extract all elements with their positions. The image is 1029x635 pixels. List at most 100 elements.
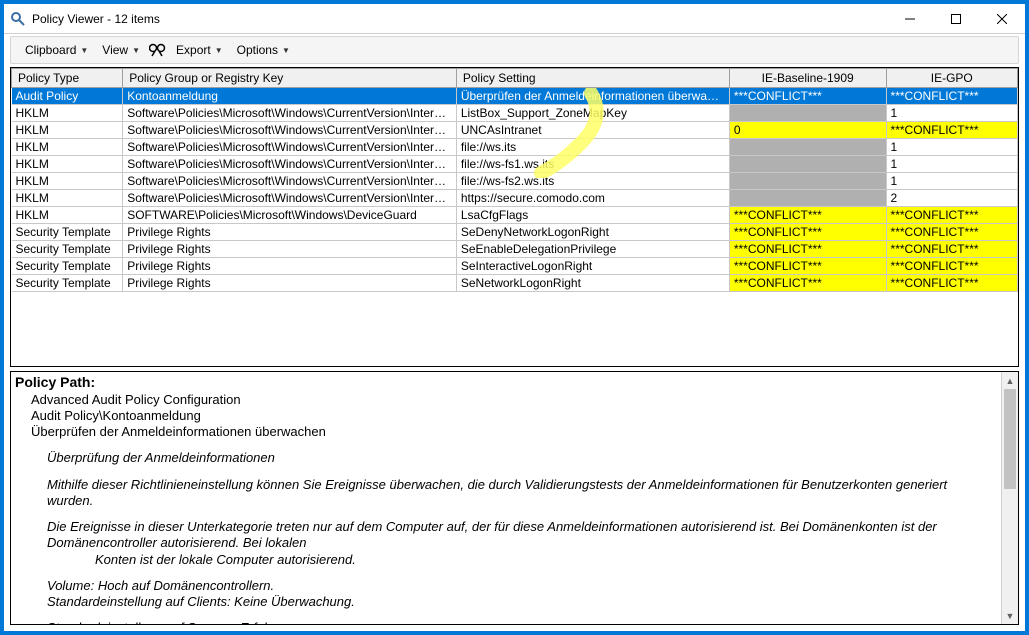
window-controls bbox=[887, 4, 1025, 33]
scroll-thumb[interactable] bbox=[1004, 389, 1016, 489]
policy-grid[interactable]: Policy Type Policy Group or Registry Key… bbox=[10, 67, 1019, 367]
cell-gpo: ***CONFLICT*** bbox=[886, 207, 1017, 224]
cell-baseline bbox=[729, 139, 886, 156]
table-row[interactable]: Security TemplatePrivilege RightsSeDenyN… bbox=[12, 224, 1018, 241]
detail-line: Überprüfen der Anmeldeinformationen über… bbox=[31, 424, 997, 440]
cell-type: HKLM bbox=[12, 190, 123, 207]
detail-header: Policy Path: bbox=[15, 374, 997, 392]
cell-group: Software\Policies\Microsoft\Windows\Curr… bbox=[123, 190, 457, 207]
options-label: Options bbox=[237, 43, 278, 57]
cell-baseline: ***CONFLICT*** bbox=[729, 224, 886, 241]
detail-para: Volume: Hoch auf Domänencontrollern. bbox=[47, 578, 997, 594]
cell-group: Software\Policies\Microsoft\Windows\Curr… bbox=[123, 139, 457, 156]
cell-setting: LsaCfgFlags bbox=[456, 207, 729, 224]
cell-group: Software\Policies\Microsoft\Windows\Curr… bbox=[123, 156, 457, 173]
cell-type: Security Template bbox=[12, 275, 123, 292]
table-row[interactable]: HKLMSoftware\Policies\Microsoft\Windows\… bbox=[12, 173, 1018, 190]
cell-baseline: ***CONFLICT*** bbox=[729, 88, 886, 105]
cell-type: Audit Policy bbox=[12, 88, 123, 105]
col-header-baseline[interactable]: IE-Baseline-1909 bbox=[729, 69, 886, 88]
cell-type: HKLM bbox=[12, 156, 123, 173]
titlebar: Policy Viewer - 12 items bbox=[4, 4, 1025, 34]
cell-gpo: ***CONFLICT*** bbox=[886, 88, 1017, 105]
maximize-button[interactable] bbox=[933, 4, 979, 33]
cell-type: Security Template bbox=[12, 258, 123, 275]
cell-gpo: ***CONFLICT*** bbox=[886, 275, 1017, 292]
table-row[interactable]: HKLMSoftware\Policies\Microsoft\Windows\… bbox=[12, 105, 1018, 122]
view-label: View bbox=[102, 43, 128, 57]
detail-para: Konten ist der lokale Computer autorisie… bbox=[95, 552, 997, 568]
cell-group: Software\Policies\Microsoft\Windows\Curr… bbox=[123, 122, 457, 139]
cell-setting: file://ws-fs2.ws.its bbox=[456, 173, 729, 190]
table-row[interactable]: HKLMSoftware\Policies\Microsoft\Windows\… bbox=[12, 122, 1018, 139]
cell-gpo: 1 bbox=[886, 105, 1017, 122]
detail-line: Advanced Audit Policy Configuration bbox=[31, 392, 997, 408]
cell-baseline: 0 bbox=[729, 122, 886, 139]
detail-panel: Policy Path: Advanced Audit Policy Confi… bbox=[10, 371, 1019, 625]
cell-gpo: 2 bbox=[886, 190, 1017, 207]
detail-scrollbar[interactable]: ▲ ▼ bbox=[1001, 372, 1018, 624]
cell-group: Privilege Rights bbox=[123, 224, 457, 241]
scroll-down-icon[interactable]: ▼ bbox=[1002, 607, 1018, 624]
chevron-down-icon: ▼ bbox=[132, 46, 140, 55]
col-header-setting[interactable]: Policy Setting bbox=[456, 69, 729, 88]
cell-type: HKLM bbox=[12, 173, 123, 190]
cell-gpo: ***CONFLICT*** bbox=[886, 258, 1017, 275]
export-menu[interactable]: Export ▼ bbox=[170, 41, 229, 59]
cell-group: Software\Policies\Microsoft\Windows\Curr… bbox=[123, 173, 457, 190]
table-row[interactable]: Security TemplatePrivilege RightsSeNetwo… bbox=[12, 275, 1018, 292]
content-area: Policy Type Policy Group or Registry Key… bbox=[4, 64, 1025, 631]
find-button[interactable] bbox=[148, 40, 168, 60]
app-icon bbox=[10, 11, 26, 27]
col-header-type[interactable]: Policy Type bbox=[12, 69, 123, 88]
clipboard-menu[interactable]: Clipboard ▼ bbox=[19, 41, 94, 59]
toolbar: Clipboard ▼ View ▼ Export ▼ Options▼ bbox=[10, 36, 1019, 64]
chevron-down-icon: ▼ bbox=[215, 46, 223, 55]
cell-group: Kontoanmeldung bbox=[123, 88, 457, 105]
table-row[interactable]: HKLMSOFTWARE\Policies\Microsoft\Windows\… bbox=[12, 207, 1018, 224]
scroll-up-icon[interactable]: ▲ bbox=[1002, 372, 1018, 389]
col-header-gpo[interactable]: IE-GPO bbox=[886, 69, 1017, 88]
col-header-group[interactable]: Policy Group or Registry Key bbox=[123, 69, 457, 88]
cell-gpo: 1 bbox=[886, 173, 1017, 190]
cell-baseline: ***CONFLICT*** bbox=[729, 207, 886, 224]
detail-para: Überprüfung der Anmeldeinformationen bbox=[47, 450, 997, 466]
cell-setting: SeInteractiveLogonRight bbox=[456, 258, 729, 275]
scroll-track[interactable] bbox=[1002, 389, 1018, 607]
cell-group: Software\Policies\Microsoft\Windows\Curr… bbox=[123, 105, 457, 122]
cell-type: Security Template bbox=[12, 241, 123, 258]
detail-line: Audit Policy\Kontoanmeldung bbox=[31, 408, 997, 424]
cell-baseline bbox=[729, 156, 886, 173]
cell-group: Privilege Rights bbox=[123, 275, 457, 292]
grid-header-row: Policy Type Policy Group or Registry Key… bbox=[12, 69, 1018, 88]
app-window: Policy Viewer - 12 items Clipboard ▼ View… bbox=[3, 3, 1026, 632]
minimize-button[interactable] bbox=[887, 4, 933, 33]
clipboard-label: Clipboard bbox=[25, 43, 76, 57]
cell-group: Privilege Rights bbox=[123, 258, 457, 275]
view-menu[interactable]: View ▼ bbox=[96, 41, 146, 59]
table-row[interactable]: Security TemplatePrivilege RightsSeEnabl… bbox=[12, 241, 1018, 258]
chevron-down-icon: ▼ bbox=[80, 46, 88, 55]
table-row[interactable]: HKLMSoftware\Policies\Microsoft\Windows\… bbox=[12, 139, 1018, 156]
options-menu[interactable]: Options▼ bbox=[231, 41, 296, 59]
table-row[interactable]: Audit PolicyKontoanmeldungÜberprüfen der… bbox=[12, 88, 1018, 105]
export-label: Export bbox=[176, 43, 211, 57]
cell-setting: file://ws-fs1.ws.its bbox=[456, 156, 729, 173]
table-row[interactable]: HKLMSoftware\Policies\Microsoft\Windows\… bbox=[12, 190, 1018, 207]
cell-gpo: ***CONFLICT*** bbox=[886, 122, 1017, 139]
cell-setting: SeEnableDelegationPrivilege bbox=[456, 241, 729, 258]
cell-gpo: ***CONFLICT*** bbox=[886, 241, 1017, 258]
cell-baseline: ***CONFLICT*** bbox=[729, 258, 886, 275]
cell-type: HKLM bbox=[12, 139, 123, 156]
detail-para: Standardeinstellung auf Clients: Keine Ü… bbox=[47, 594, 997, 610]
close-button[interactable] bbox=[979, 4, 1025, 33]
cell-baseline: ***CONFLICT*** bbox=[729, 275, 886, 292]
window-title: Policy Viewer - 12 items bbox=[32, 12, 887, 26]
cell-baseline: ***CONFLICT*** bbox=[729, 241, 886, 258]
cell-setting: ListBox_Support_ZoneMapKey bbox=[456, 105, 729, 122]
cell-baseline bbox=[729, 105, 886, 122]
detail-para: Mithilfe dieser Richtlinieneinstellung k… bbox=[47, 477, 997, 510]
table-row[interactable]: HKLMSoftware\Policies\Microsoft\Windows\… bbox=[12, 156, 1018, 173]
table-row[interactable]: Security TemplatePrivilege RightsSeInter… bbox=[12, 258, 1018, 275]
detail-text: Policy Path: Advanced Audit Policy Confi… bbox=[11, 372, 1001, 624]
